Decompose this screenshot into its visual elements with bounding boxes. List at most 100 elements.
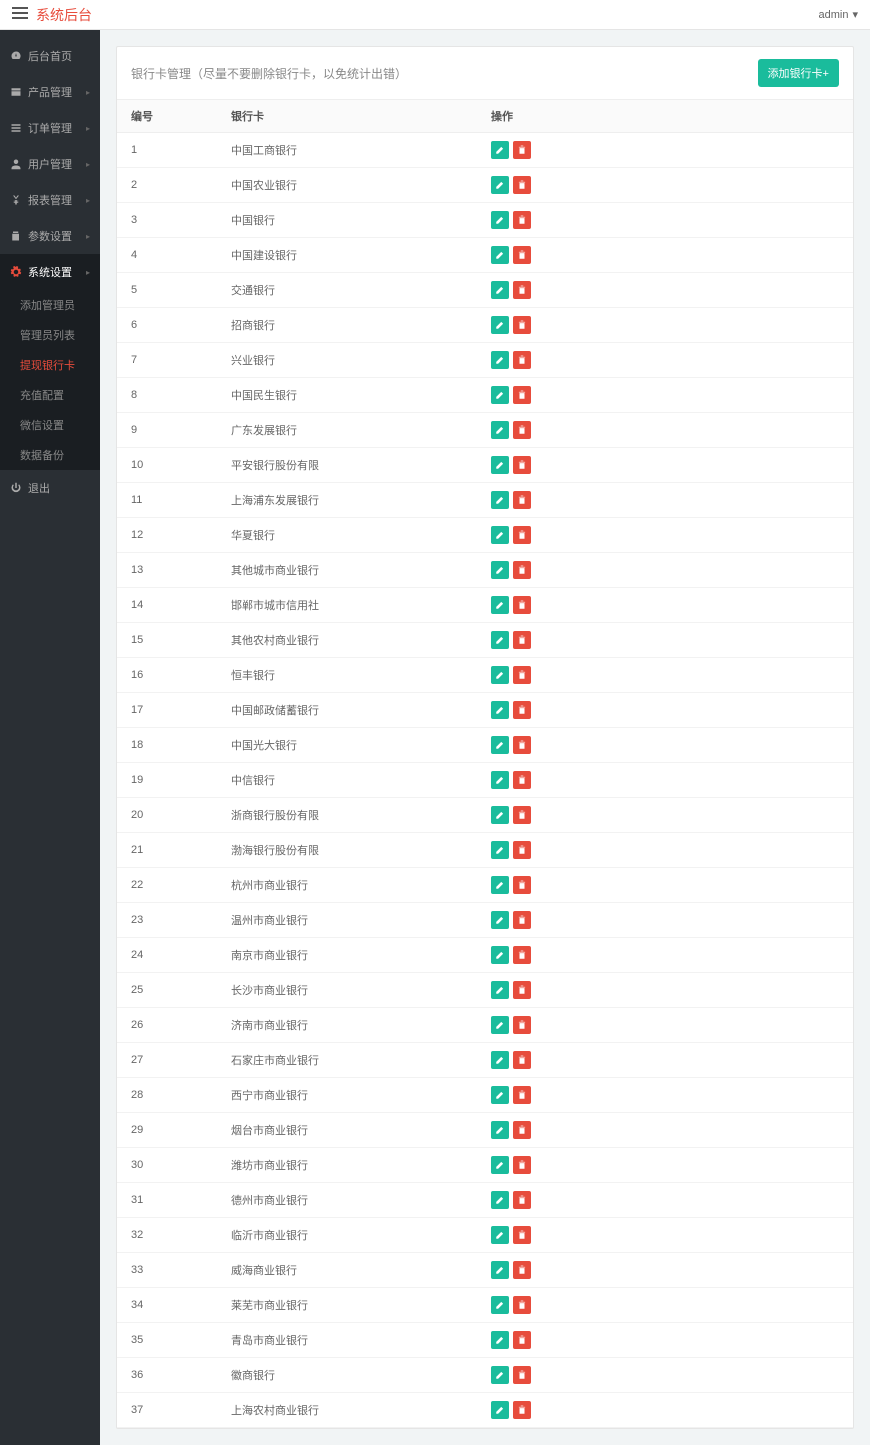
edit-button[interactable]: [491, 841, 509, 859]
edit-button[interactable]: [491, 1296, 509, 1314]
sidebar-subitem-4[interactable]: 微信设置: [0, 410, 100, 440]
edit-button[interactable]: [491, 386, 509, 404]
sidebar-subitem-2[interactable]: 提现银行卡: [0, 350, 100, 380]
delete-button[interactable]: [513, 946, 531, 964]
delete-button[interactable]: [513, 456, 531, 474]
table-row: 16恒丰银行: [117, 658, 853, 693]
edit-button[interactable]: [491, 456, 509, 474]
delete-button[interactable]: [513, 316, 531, 334]
delete-button[interactable]: [513, 561, 531, 579]
delete-button[interactable]: [513, 1296, 531, 1314]
delete-button[interactable]: [513, 246, 531, 264]
sidebar-subitem-1[interactable]: 管理员列表: [0, 320, 100, 350]
delete-button[interactable]: [513, 526, 531, 544]
edit-button[interactable]: [491, 526, 509, 544]
delete-button[interactable]: [513, 981, 531, 999]
sidebar-item-4[interactable]: 报表管理▸: [0, 182, 100, 218]
user-menu[interactable]: admin ▾: [819, 8, 859, 21]
cell-id: 28: [117, 1078, 217, 1113]
delete-button[interactable]: [513, 701, 531, 719]
sidebar-item-0[interactable]: 后台首页: [0, 38, 100, 74]
delete-button[interactable]: [513, 141, 531, 159]
delete-button[interactable]: [513, 1016, 531, 1034]
edit-button[interactable]: [491, 561, 509, 579]
delete-button[interactable]: [513, 1331, 531, 1349]
edit-button[interactable]: [491, 1401, 509, 1419]
delete-button[interactable]: [513, 1156, 531, 1174]
delete-button[interactable]: [513, 631, 531, 649]
delete-button[interactable]: [513, 351, 531, 369]
delete-button[interactable]: [513, 1401, 531, 1419]
delete-button[interactable]: [513, 876, 531, 894]
delete-button[interactable]: [513, 911, 531, 929]
edit-button[interactable]: [491, 1121, 509, 1139]
edit-button[interactable]: [491, 421, 509, 439]
sidebar-item-6[interactable]: 系统设置▸: [0, 254, 100, 290]
delete-button[interactable]: [513, 841, 531, 859]
delete-button[interactable]: [513, 1226, 531, 1244]
delete-button[interactable]: [513, 281, 531, 299]
sidebar-subitem-3[interactable]: 充值配置: [0, 380, 100, 410]
delete-button[interactable]: [513, 1191, 531, 1209]
edit-button[interactable]: [491, 596, 509, 614]
cell-actions: [477, 938, 853, 973]
edit-button[interactable]: [491, 1191, 509, 1209]
delete-button[interactable]: [513, 1051, 531, 1069]
sidebar-item-3[interactable]: 用户管理▸: [0, 146, 100, 182]
edit-button[interactable]: [491, 491, 509, 509]
edit-button[interactable]: [491, 736, 509, 754]
edit-button[interactable]: [491, 946, 509, 964]
edit-button[interactable]: [491, 806, 509, 824]
add-bank-button[interactable]: 添加银行卡+: [758, 59, 839, 87]
cell-id: 30: [117, 1148, 217, 1183]
edit-button[interactable]: [491, 176, 509, 194]
edit-button[interactable]: [491, 911, 509, 929]
trash-icon: [517, 1018, 527, 1033]
delete-button[interactable]: [513, 176, 531, 194]
sidebar-subitem-0[interactable]: 添加管理员: [0, 290, 100, 320]
menu-toggle-icon[interactable]: [12, 7, 28, 22]
sidebar-subitem-5[interactable]: 数据备份: [0, 440, 100, 470]
edit-button[interactable]: [491, 1016, 509, 1034]
delete-button[interactable]: [513, 666, 531, 684]
edit-button[interactable]: [491, 1366, 509, 1384]
sidebar-item-5[interactable]: 参数设置▸: [0, 218, 100, 254]
edit-button[interactable]: [491, 1051, 509, 1069]
delete-button[interactable]: [513, 386, 531, 404]
sidebar-item-7[interactable]: 退出: [0, 470, 100, 506]
delete-button[interactable]: [513, 491, 531, 509]
delete-button[interactable]: [513, 1121, 531, 1139]
edit-button[interactable]: [491, 1226, 509, 1244]
edit-button[interactable]: [491, 981, 509, 999]
delete-button[interactable]: [513, 1366, 531, 1384]
delete-button[interactable]: [513, 421, 531, 439]
sidebar-item-2[interactable]: 订单管理▸: [0, 110, 100, 146]
edit-button[interactable]: [491, 141, 509, 159]
edit-button[interactable]: [491, 701, 509, 719]
edit-button[interactable]: [491, 666, 509, 684]
delete-button[interactable]: [513, 211, 531, 229]
cell-bank: 西宁市商业银行: [217, 1078, 477, 1113]
edit-button[interactable]: [491, 631, 509, 649]
edit-button[interactable]: [491, 876, 509, 894]
caret-icon: ▸: [86, 160, 90, 169]
delete-button[interactable]: [513, 806, 531, 824]
edit-button[interactable]: [491, 211, 509, 229]
edit-button[interactable]: [491, 771, 509, 789]
edit-button[interactable]: [491, 1086, 509, 1104]
edit-button[interactable]: [491, 1156, 509, 1174]
edit-button[interactable]: [491, 316, 509, 334]
edit-button[interactable]: [491, 281, 509, 299]
delete-button[interactable]: [513, 1086, 531, 1104]
trash-icon: [517, 668, 527, 683]
edit-button[interactable]: [491, 351, 509, 369]
table-row: 35青岛市商业银行: [117, 1323, 853, 1358]
edit-button[interactable]: [491, 1331, 509, 1349]
sidebar-item-1[interactable]: 产品管理▸: [0, 74, 100, 110]
delete-button[interactable]: [513, 771, 531, 789]
delete-button[interactable]: [513, 596, 531, 614]
delete-button[interactable]: [513, 1261, 531, 1279]
delete-button[interactable]: [513, 736, 531, 754]
edit-button[interactable]: [491, 246, 509, 264]
edit-button[interactable]: [491, 1261, 509, 1279]
